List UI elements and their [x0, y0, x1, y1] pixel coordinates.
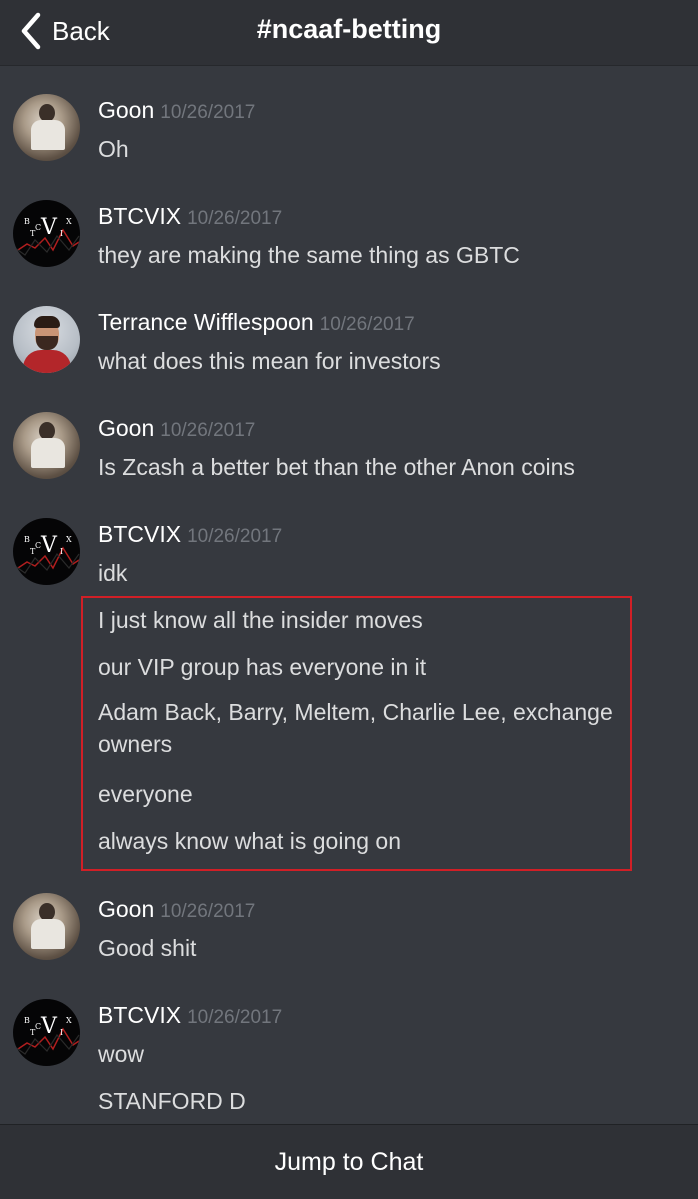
avatar-letter: X — [66, 217, 72, 226]
message-text: what does this mean for investors — [98, 348, 441, 374]
timestamp: 10/26/2017 — [160, 901, 256, 922]
avatar-letter: I — [60, 547, 63, 556]
username[interactable]: Goon 10/26/2017 — [98, 896, 255, 923]
channel-title: #ncaaf-betting — [256, 14, 442, 44]
message-text: Oh — [98, 136, 129, 162]
jump-to-chat-button[interactable]: Jump to Chat — [0, 1124, 698, 1199]
avatar-letter: B — [24, 535, 30, 544]
goon-avatar[interactable] — [13, 94, 80, 161]
timestamp: 10/26/2017 — [187, 1007, 283, 1028]
username[interactable]: BTCVIX 10/26/2017 — [98, 1002, 282, 1029]
avatar-letter: B — [24, 217, 30, 226]
avatar-letter: B — [24, 1016, 30, 1025]
username[interactable]: BTCVIX 10/26/2017 — [98, 203, 282, 230]
btcvix-avatar[interactable]: B T C V I X — [13, 999, 80, 1066]
avatar-letter: X — [66, 1016, 72, 1025]
terrance-avatar[interactable] — [13, 306, 80, 373]
avatar-letter: V — [40, 1014, 58, 1039]
avatar-letter: I — [60, 1028, 63, 1037]
goon-avatar[interactable] — [13, 893, 80, 960]
message-text: they are making the same thing as GBTC — [98, 242, 520, 268]
username[interactable]: Terrance Wifflespoon 10/26/2017 — [98, 309, 415, 336]
timestamp: 10/26/2017 — [187, 208, 283, 229]
message-text: everyone — [98, 781, 193, 807]
message-text: I just know all the insider moves — [98, 607, 423, 633]
message-text: our VIP group has everyone in it — [98, 654, 427, 680]
message-text: STANFORD D — [98, 1088, 246, 1114]
avatar-letter: V — [40, 215, 58, 240]
timestamp: 10/26/2017 — [160, 102, 256, 123]
username[interactable]: Goon 10/26/2017 — [98, 97, 255, 124]
message-text: idk — [98, 560, 128, 586]
username[interactable]: Goon 10/26/2017 — [98, 415, 255, 442]
avatar-letter: I — [60, 229, 63, 238]
btcvix-avatar[interactable]: B T C V I X — [13, 200, 80, 267]
avatar-letter: V — [40, 533, 58, 558]
timestamp: 10/26/2017 — [187, 526, 283, 547]
btcvix-avatar[interactable]: B T C V I X — [13, 518, 80, 585]
message-text: Good shit — [98, 935, 197, 961]
message-text: always know what is going on — [98, 828, 401, 854]
timestamp: 10/26/2017 — [319, 314, 415, 335]
top-bar: Back #ncaaf-betting — [0, 0, 698, 66]
timestamp: 10/26/2017 — [160, 420, 256, 441]
jump-to-chat-label: Jump to Chat — [274, 1147, 424, 1176]
username[interactable]: BTCVIX 10/26/2017 — [98, 521, 282, 548]
message-list[interactable]: Goon 10/26/2017 Oh B T C V I X BTCVIX 10/2… — [0, 66, 698, 1124]
avatar-letter: X — [66, 535, 72, 544]
message-text: Is Zcash a better bet than the other Ano… — [98, 454, 575, 480]
message-text: Adam Back, Barry, Meltem, Charlie Lee, e… — [98, 699, 613, 757]
message-text: wow — [98, 1041, 145, 1067]
goon-avatar[interactable] — [13, 412, 80, 479]
